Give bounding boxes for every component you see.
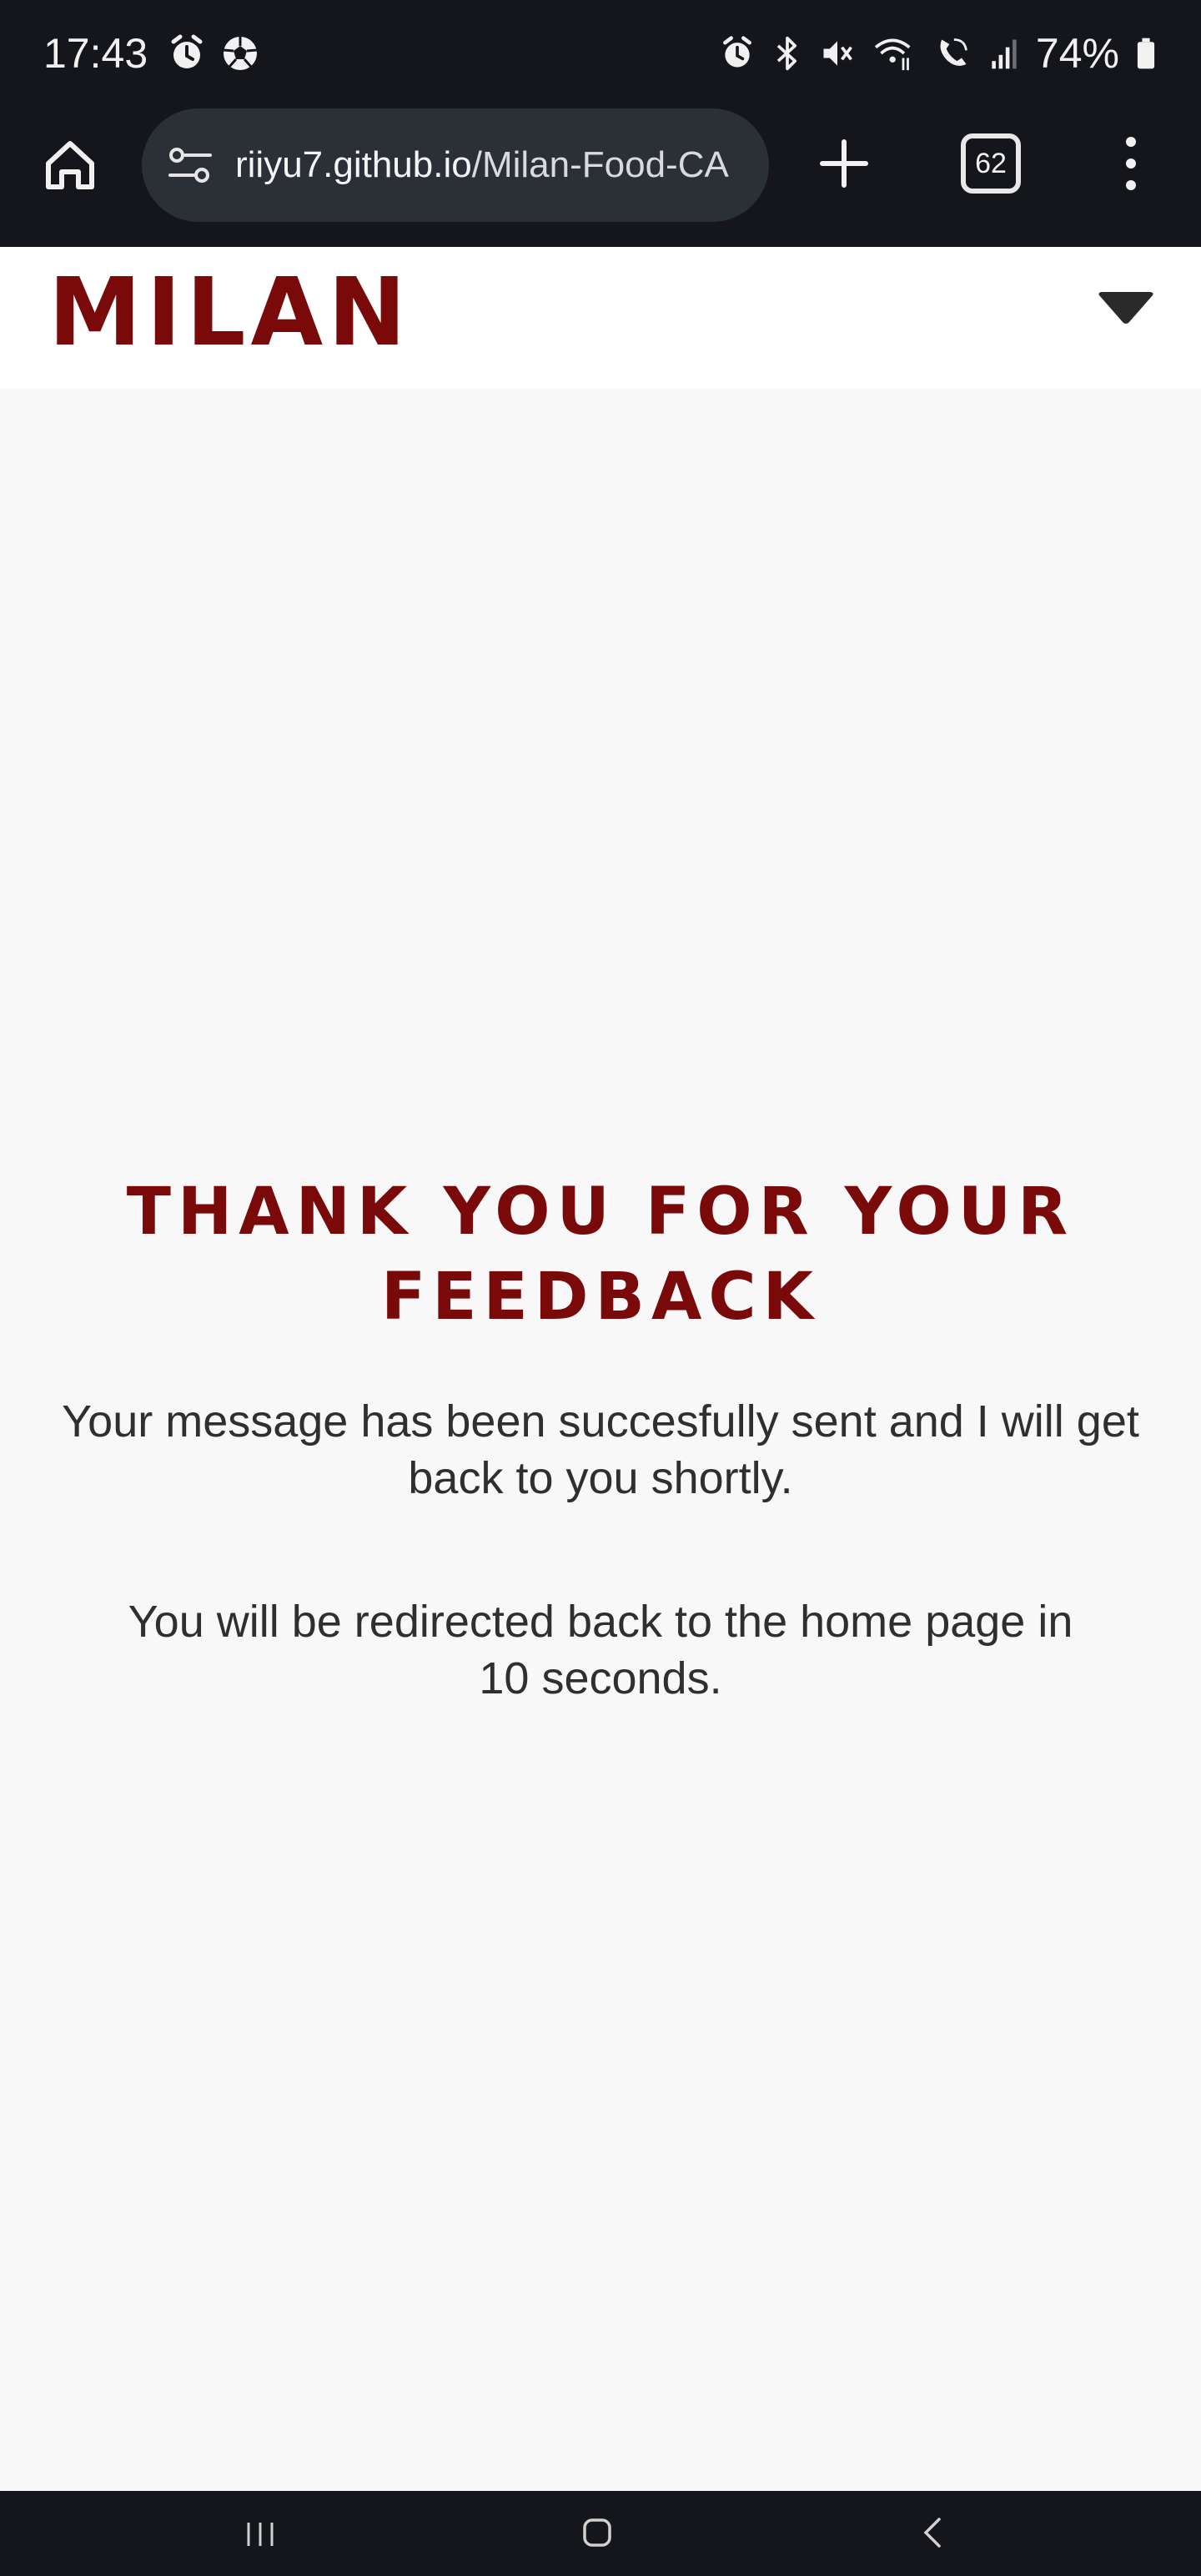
url-text[interactable]: riiyu7.github.io/Milan-Food-CA — [235, 144, 729, 186]
wifi-call-icon — [940, 38, 967, 66]
browser-toolbar: riiyu7.github.io/Milan-Food-CA 62 — [0, 105, 1201, 247]
tab-count: 62 — [975, 147, 1007, 179]
home-nav-icon[interactable] — [580, 2516, 614, 2549]
more-options-icon[interactable] — [1114, 130, 1148, 197]
dropdown-menu-icon[interactable] — [1096, 290, 1156, 327]
site-settings-icon[interactable] — [167, 142, 214, 189]
battery-percentage: 74% — [1035, 30, 1119, 77]
recent-apps-icon[interactable] — [242, 2519, 279, 2549]
status-bar: 17:43 74% — [0, 0, 1201, 105]
tab-switcher-button[interactable]: 62 — [961, 133, 1021, 194]
alarm-icon — [171, 34, 203, 68]
system-navigation-bar — [0, 2491, 1201, 2576]
url-path: /Milan-Food-CA — [471, 144, 729, 185]
confirmation-message: Your message has been succesfully sent a… — [62, 1396, 1139, 1503]
status-left-icons — [167, 33, 260, 73]
site-logo[interactable]: MILAN — [48, 259, 411, 367]
bluetooth-icon — [776, 36, 796, 71]
status-right-icons: 74% — [719, 25, 1158, 82]
back-icon[interactable] — [921, 2514, 944, 2551]
wifi-calling-icon — [874, 38, 911, 71]
redirect-notice: You will be redirected back to the home … — [128, 1597, 1073, 1703]
battery-icon — [1137, 38, 1155, 69]
home-icon[interactable] — [40, 135, 100, 195]
url-domain: riiyu7.github.io — [235, 144, 472, 185]
new-tab-icon[interactable] — [814, 133, 874, 194]
main-content: THANK YOU FOR YOUR FEEDBACK Your message… — [0, 389, 1201, 2491]
site-header: MILAN — [0, 247, 1201, 389]
soccer-ball-icon — [223, 37, 258, 70]
signal-icon — [992, 39, 1017, 69]
status-time: 17:43 — [43, 30, 148, 77]
mute-icon — [823, 41, 852, 66]
address-bar[interactable]: riiyu7.github.io/Milan-Food-CA — [142, 108, 769, 222]
alarm-icon — [722, 36, 751, 68]
page-title: THANK YOU FOR YOUR FEEDBACK — [126, 1175, 1075, 1335]
